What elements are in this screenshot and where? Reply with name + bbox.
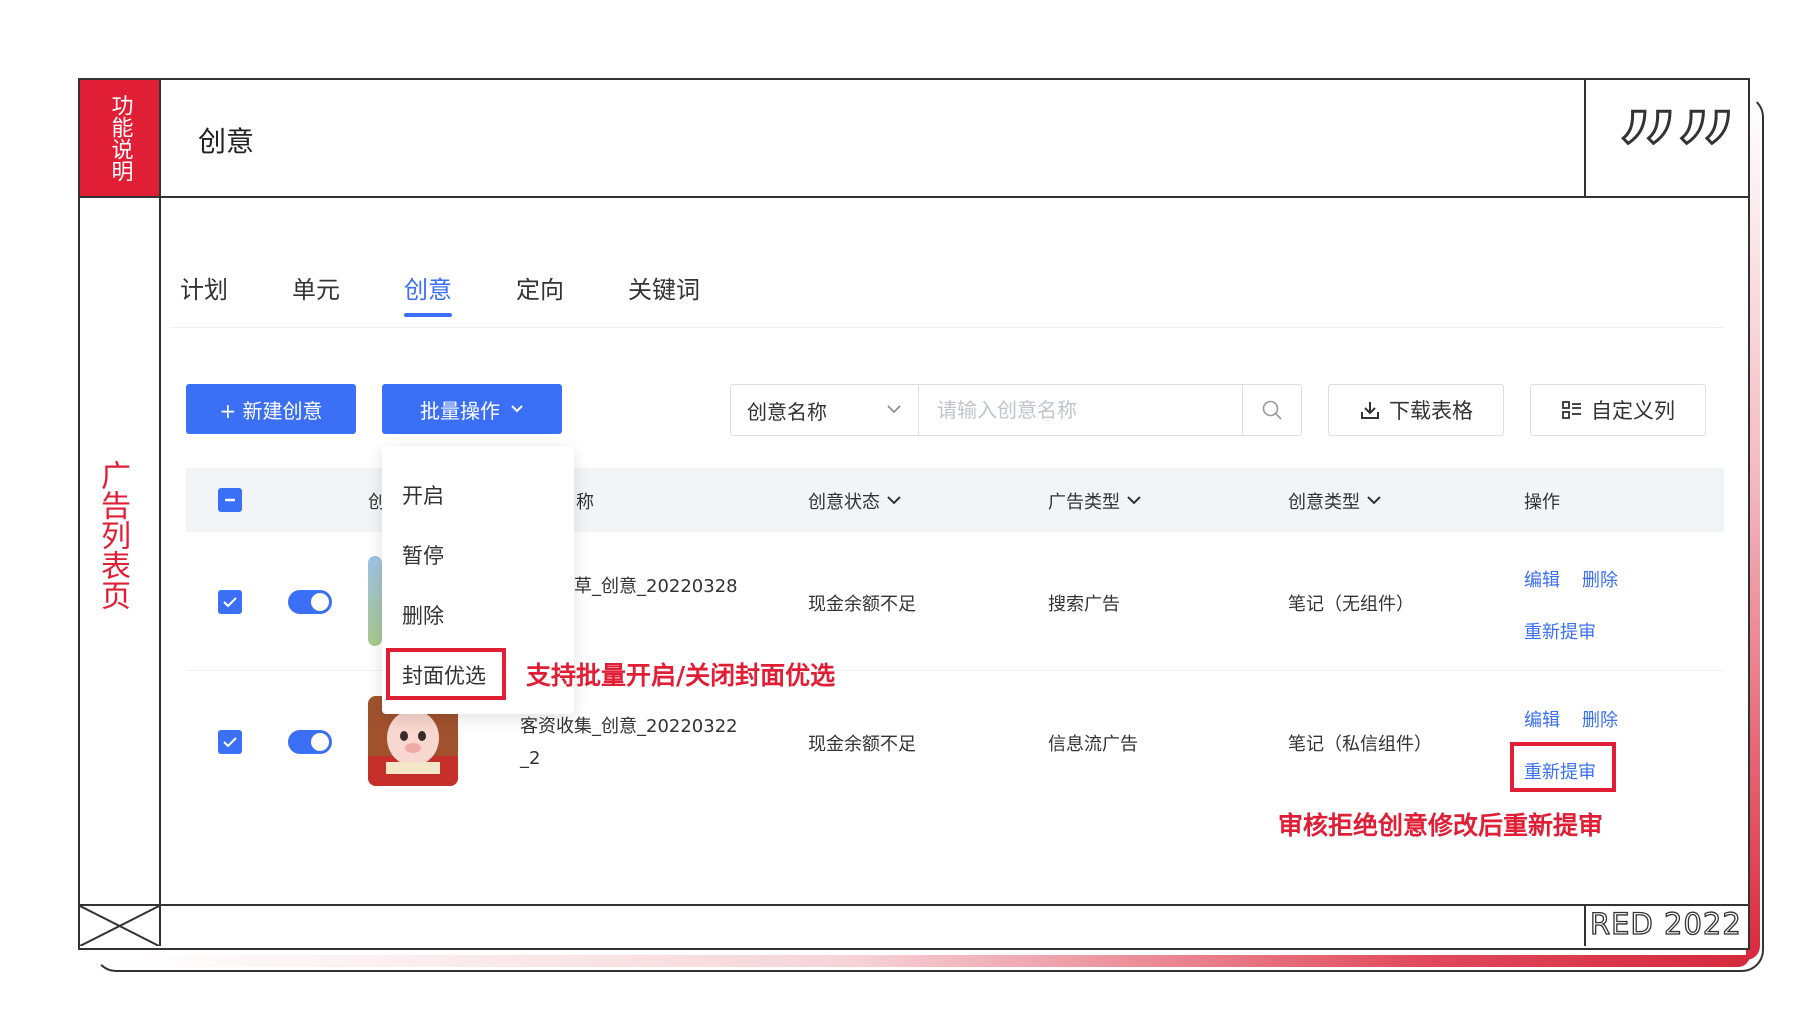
left-column-divider: [159, 80, 161, 946]
chevron-down-icon: [887, 405, 901, 414]
column-header-ad-type-label: 广告类型: [1048, 492, 1120, 513]
menu-item-pause[interactable]: 暂停: [402, 540, 444, 570]
footer-divider: [80, 904, 1748, 906]
search-button[interactable]: [1242, 385, 1301, 435]
column-header-creative-type[interactable]: 创意类型: [1288, 488, 1382, 514]
creative-type: 笔记（私信组件）: [1288, 734, 1432, 755]
batch-operation-label: 批量操作: [420, 398, 500, 423]
column-header-name: 称: [576, 492, 594, 513]
creative-thumbnail: [368, 556, 382, 646]
function-description-tag: 功能说明: [80, 80, 159, 196]
tab-unit[interactable]: 单元: [292, 270, 340, 305]
indeterminate-icon: [225, 498, 235, 502]
menu-item-delete[interactable]: 删除: [402, 600, 444, 630]
creative-name: 草_创意_20220328: [574, 576, 738, 597]
ad-type: 搜索广告: [1048, 594, 1120, 615]
quote-cell-divider: [1584, 80, 1586, 196]
search-icon: [1262, 400, 1282, 420]
footer-brand: RED 2022: [1589, 906, 1742, 941]
tab-keywords[interactable]: 关键词: [628, 270, 700, 305]
edit-link[interactable]: 编辑: [1524, 566, 1560, 592]
chevron-down-icon: [887, 496, 901, 505]
row-enable-toggle[interactable]: [288, 730, 332, 754]
tab-creative[interactable]: 创意: [404, 270, 452, 317]
tab-plan[interactable]: 计划: [180, 270, 228, 305]
search-group: 创意名称: [730, 384, 1302, 436]
select-all-checkbox[interactable]: [218, 488, 242, 512]
resubmit-highlight-box: [1510, 742, 1616, 792]
cover-optimization-highlight-box: [386, 648, 506, 700]
resubmit-annotation: 审核拒绝创意修改后重新提审: [1278, 811, 1604, 840]
chevron-down-icon: [1367, 496, 1381, 505]
search-field-select-value: 创意名称: [747, 399, 827, 424]
column-header-status[interactable]: 创意状态: [808, 488, 902, 514]
quote-icon: ””: [1612, 85, 1740, 237]
chevron-down-icon: [511, 405, 523, 413]
toggle-knob: [311, 593, 329, 611]
brand-cell-divider: [1584, 904, 1586, 946]
creative-type: 笔记（无组件）: [1288, 594, 1414, 615]
new-creative-button[interactable]: + 新建创意: [186, 384, 356, 434]
tab-targeting[interactable]: 定向: [516, 270, 564, 305]
column-header-creative-type-label: 创意类型: [1288, 492, 1360, 513]
batch-operation-button[interactable]: 批量操作: [382, 384, 562, 434]
custom-columns-label: 自定义列: [1591, 399, 1675, 423]
row-checkbox[interactable]: [218, 590, 242, 614]
column-settings-icon: [1562, 401, 1581, 419]
chevron-down-icon: [1127, 496, 1141, 505]
delete-link[interactable]: 删除: [1582, 566, 1618, 592]
edit-link[interactable]: 编辑: [1524, 706, 1560, 732]
download-table-label: 下载表格: [1389, 399, 1473, 423]
tab-bar: 计划 单元 创意 定向 关键词: [180, 270, 700, 317]
column-header-actions: 操作: [1524, 492, 1560, 513]
resubmit-link[interactable]: 重新提审: [1524, 618, 1596, 644]
row-enable-toggle[interactable]: [288, 590, 332, 614]
cover-optimization-annotation: 支持批量开启/关闭封面优选: [526, 661, 836, 690]
menu-item-enable[interactable]: 开启: [402, 480, 444, 510]
header-divider: [80, 196, 1748, 198]
tabs-divider: [170, 327, 1724, 328]
ad-type: 信息流广告: [1048, 734, 1138, 755]
delete-link[interactable]: 删除: [1582, 706, 1618, 732]
download-table-button[interactable]: 下载表格: [1328, 384, 1504, 436]
creative-status: 现金余额不足: [808, 594, 916, 615]
check-icon: [223, 597, 237, 608]
page-title: 创意: [198, 125, 255, 158]
custom-columns-button[interactable]: 自定义列: [1530, 384, 1706, 436]
download-icon: [1361, 402, 1379, 419]
column-header-status-label: 创意状态: [808, 492, 880, 513]
row-checkbox[interactable]: [218, 730, 242, 754]
creative-status: 现金余额不足: [808, 734, 916, 755]
creative-name: 客资收集_创意_20220322: [520, 716, 738, 737]
page-section-label: 广告列表页: [95, 460, 130, 610]
check-icon: [223, 737, 237, 748]
cross-box-icon: [80, 906, 159, 946]
search-field-select[interactable]: 创意名称: [731, 385, 919, 435]
search-input[interactable]: [919, 385, 1242, 435]
corner-tag-text: 功能说明: [107, 94, 133, 182]
column-header-ad-type[interactable]: 广告类型: [1048, 488, 1142, 514]
toggle-knob: [311, 733, 329, 751]
creative-name-continued: _2: [520, 748, 541, 769]
